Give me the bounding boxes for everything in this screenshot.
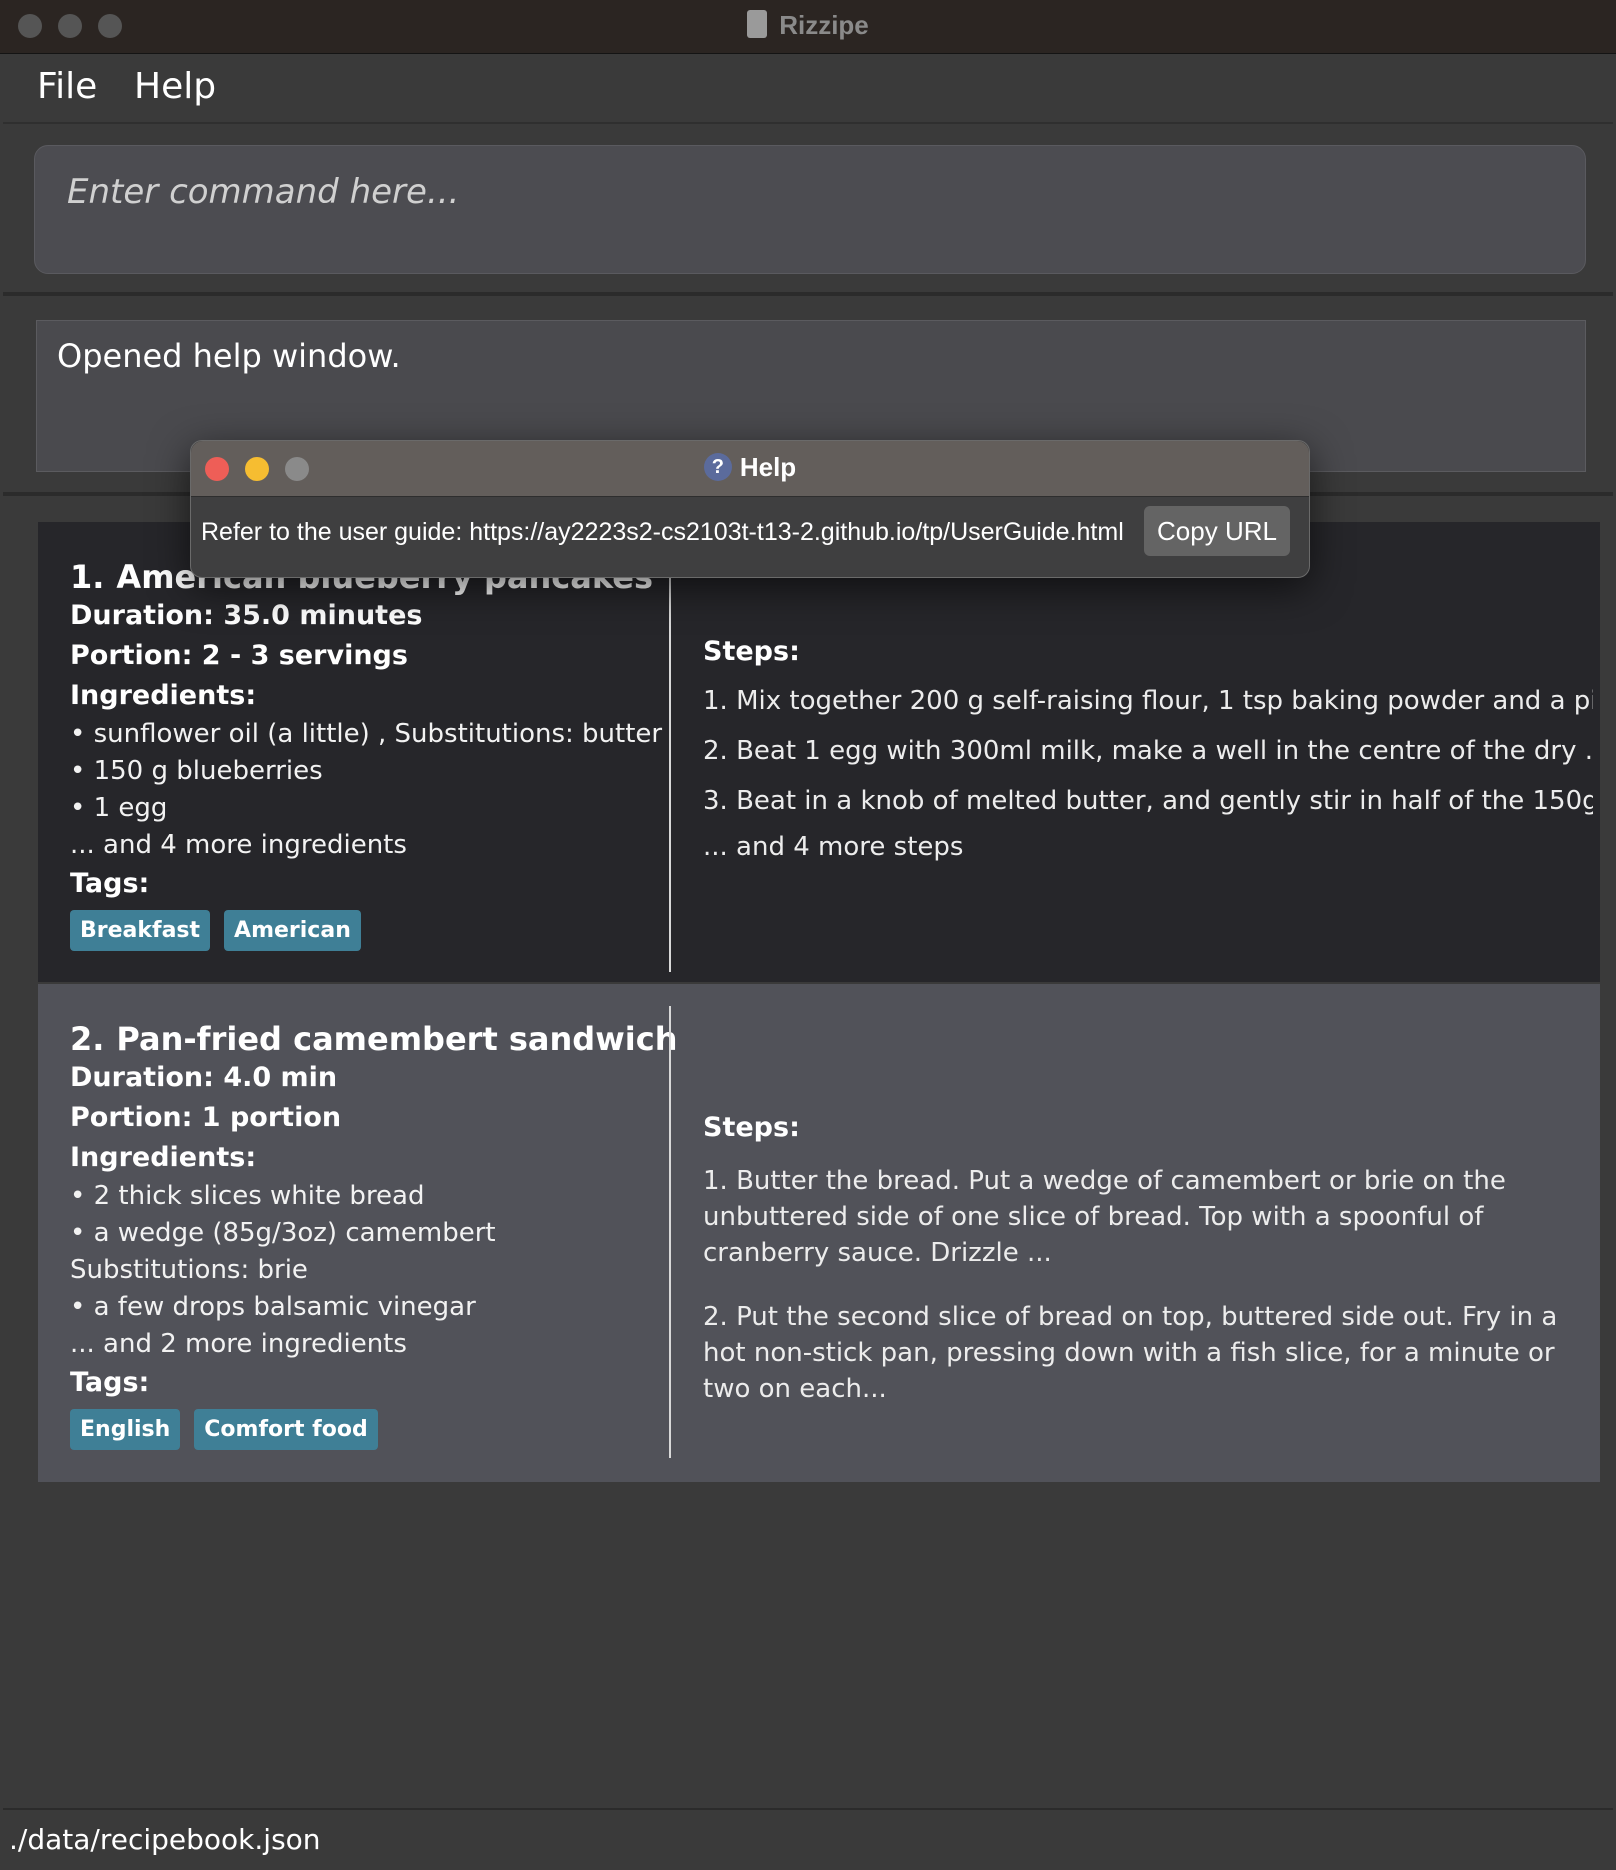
step-item: 3. Beat in a knob of melted butter, and … xyxy=(703,786,1593,816)
help-title: ? Help xyxy=(191,441,1309,496)
duration-value: 4.0 min xyxy=(223,1062,338,1093)
portion-value: 2 - 3 servings xyxy=(201,640,408,671)
tag-list: English Comfort food xyxy=(70,1409,660,1450)
recipe-name: 2. Pan-fried camembert sandwich xyxy=(70,1020,677,1058)
ingredient-item: • 1 egg xyxy=(70,793,168,823)
copy-url-button[interactable]: Copy URL xyxy=(1144,506,1290,556)
step-item: 1. Mix together 200 g self-raising flour… xyxy=(703,686,1593,716)
duration-label: Duration: xyxy=(70,1062,214,1093)
more-ingredients: ... and 4 more ingredients xyxy=(70,830,407,860)
status-file-path: ./data/recipebook.json xyxy=(9,1823,321,1856)
recipe-index: 1. xyxy=(70,558,105,596)
help-title-text: Help xyxy=(739,452,797,482)
tags-label: Tags: xyxy=(70,868,150,899)
duration-label: Duration: xyxy=(70,600,214,631)
card-divider xyxy=(669,552,671,972)
portion-label: Portion: xyxy=(70,640,193,671)
question-icon: ? xyxy=(703,453,732,482)
ingredient-item: • a wedge (85g/3oz) camembert Substituti… xyxy=(70,1218,496,1285)
recipe-portion: Portion: 2 - 3 servings xyxy=(70,636,660,676)
recipe-portion: Portion: 1 portion xyxy=(70,1098,660,1138)
window-title: Rizzipe xyxy=(0,0,1616,54)
ingredient-item: • a few drops balsamic vinegar xyxy=(70,1292,476,1322)
tag-list: Breakfast American xyxy=(70,910,660,951)
recipe-details: 1.American blueberry pancakes Duration: … xyxy=(70,558,663,951)
ingredients-label: Ingredients: xyxy=(70,1142,257,1173)
recipe-steps: Steps: 1. Butter the bread. Put a wedge … xyxy=(703,1112,1593,1407)
tags-label: Tags: xyxy=(70,1367,150,1398)
menu-help[interactable]: Help xyxy=(134,66,216,107)
tag-badge: Comfort food xyxy=(194,1409,378,1450)
ingredient-item: • sunflower oil (a little) , Substitutio… xyxy=(70,719,663,749)
window-title-text: Rizzipe xyxy=(779,10,869,40)
step-item: 2. Beat 1 egg with 300ml milk, make a we… xyxy=(703,736,1593,766)
command-pane: Enter command here... xyxy=(3,124,1613,296)
help-title-bar: ? Help xyxy=(191,441,1309,497)
ingredient-item: • 2 thick slices white bread xyxy=(70,1181,425,1211)
step-item: 2. Put the second slice of bread on top,… xyxy=(703,1302,1558,1404)
steps-label: Steps: xyxy=(703,636,800,667)
app-book-icon xyxy=(747,10,768,39)
menu-file[interactable]: File xyxy=(37,66,97,107)
step-item: 1. Butter the bread. Put a wedge of came… xyxy=(703,1166,1506,1268)
recipe-details: 2. Pan-fried camembert sandwich Duration:… xyxy=(70,1020,677,1450)
menu-bar: File Help xyxy=(3,54,1613,124)
more-ingredients: ... and 2 more ingredients xyxy=(70,1329,407,1359)
recipe-card[interactable]: 1.American blueberry pancakes Duration: … xyxy=(38,522,1600,982)
recipe-duration: Duration: 35.0 minutes xyxy=(70,596,660,636)
recipe-index: 2. xyxy=(70,1020,105,1058)
recipe-card[interactable]: 2. Pan-fried camembert sandwich Duration:… xyxy=(38,984,1600,1482)
more-steps: ... and 4 more steps xyxy=(703,832,964,862)
title-bar: Rizzipe xyxy=(0,0,1616,54)
steps-label: Steps: xyxy=(703,1112,800,1143)
help-dialog[interactable]: ? Help Refer to the user guide: https://a… xyxy=(190,440,1310,578)
ingredient-item: • 150 g blueberries xyxy=(70,756,323,786)
card-divider xyxy=(669,1006,671,1458)
portion-label: Portion: xyxy=(70,1102,193,1133)
help-message: Refer to the user guide: https://ay2223s… xyxy=(201,518,1124,546)
recipe-name-text: Pan-fried camembert sandwich xyxy=(116,1020,678,1058)
tag-badge: English xyxy=(70,1409,181,1450)
ingredients-label: Ingredients: xyxy=(70,680,257,711)
tag-badge: American xyxy=(224,910,361,951)
tag-badge: Breakfast xyxy=(70,910,211,951)
recipe-steps: Steps: 1. Mix together 200 g self-raisin… xyxy=(703,636,1593,865)
recipe-duration: Duration: 4.0 min xyxy=(70,1058,660,1098)
command-input[interactable]: Enter command here... xyxy=(34,145,1586,274)
duration-value: 35.0 minutes xyxy=(223,600,423,631)
portion-value: 1 portion xyxy=(201,1102,342,1133)
status-bar: ./data/recipebook.json xyxy=(3,1808,1613,1868)
recipe-list[interactable]: 1.American blueberry pancakes Duration: … xyxy=(3,506,1613,1806)
